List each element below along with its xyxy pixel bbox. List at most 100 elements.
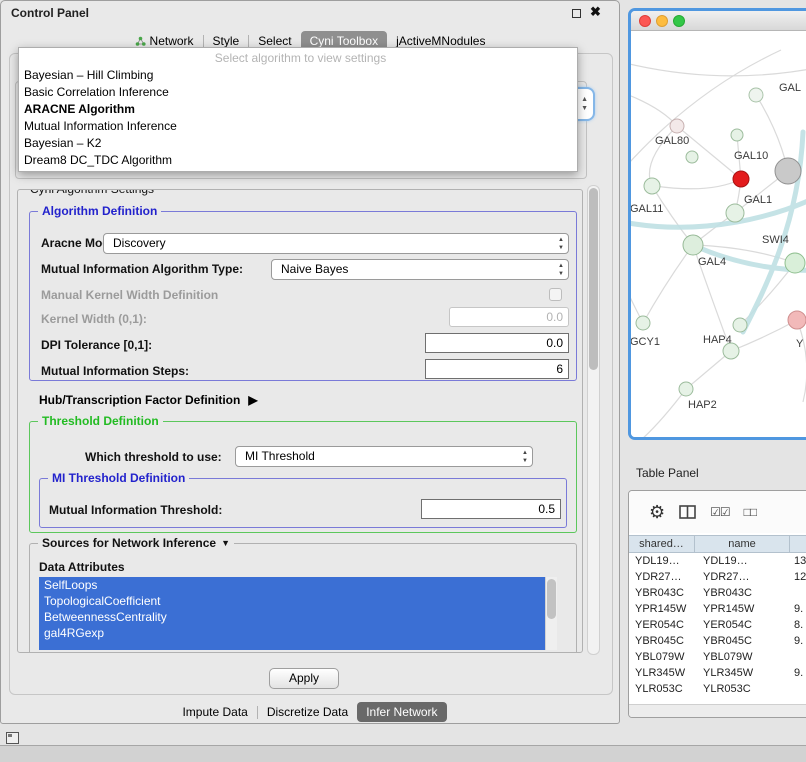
- which-threshold-value: MI Threshold: [245, 449, 315, 463]
- zoom-traffic-light-icon[interactable]: [673, 15, 685, 27]
- tab-impute-data[interactable]: Impute Data: [173, 702, 256, 722]
- node-label: GAL1: [744, 194, 772, 206]
- list-item[interactable]: SelfLoops: [39, 577, 557, 593]
- node-label: GAL11: [631, 203, 663, 215]
- data-attributes-label: Data Attributes: [39, 557, 125, 577]
- table-row[interactable]: YPR145WYPR145W9.: [629, 601, 806, 617]
- list-item-partial[interactable]: [39, 641, 557, 650]
- select-all-icon[interactable]: ☑☑: [710, 505, 730, 519]
- settings-scrollbar[interactable]: [587, 185, 600, 655]
- network-node: [679, 382, 693, 396]
- hub-definition-label: Hub/Transcription Factor Definition: [39, 393, 240, 407]
- manual-kernel-label: Manual Kernel Width Definition: [41, 285, 218, 305]
- dpi-tolerance-label: DPI Tolerance [0,1]:: [41, 335, 152, 355]
- dpi-tolerance-input[interactable]: [425, 333, 569, 353]
- network-node: [731, 129, 743, 141]
- node-label: HAP2: [688, 399, 717, 411]
- chevron-right-icon: ▶: [248, 393, 257, 407]
- table-panel-window: ⚙ ☑☑ □□ shared… name YDL19…YDL19…13 YDR2…: [628, 490, 806, 718]
- table-row[interactable]: YBL079WYBL079W: [629, 649, 806, 665]
- columns-icon[interactable]: [679, 505, 696, 519]
- table-row[interactable]: YBR043CYBR043C: [629, 585, 806, 601]
- sources-toggle[interactable]: Sources for Network Inference ▼: [38, 536, 234, 550]
- dropdown-item[interactable]: Bayesian – Hill Climbing: [19, 67, 577, 84]
- stepper-arrows-icon: ▲▼: [558, 236, 564, 252]
- network-node: [749, 88, 763, 102]
- minimize-traffic-light-icon[interactable]: [656, 15, 668, 27]
- float-window-icon[interactable]: [572, 9, 581, 18]
- list-item[interactable]: BetweennessCentrality: [39, 609, 557, 625]
- dropdown-item[interactable]: Basic Correlation Inference: [19, 84, 577, 101]
- data-attributes-list: SelfLoops TopologicalCoefficient Between…: [39, 577, 557, 650]
- network-node-gray: [775, 158, 801, 184]
- mi-type-combo[interactable]: Naive Bayes ▲▼: [271, 259, 569, 280]
- mi-threshold-label: Mutual Information Threshold:: [49, 500, 222, 520]
- node-label: GAL80: [655, 135, 689, 147]
- desktop: Control Panel ✖ Network Style Select Cyn…: [0, 0, 806, 762]
- bottom-tabbar: Impute Data Discretize Data Infer Networ…: [1, 700, 619, 724]
- mi-threshold-definition-title: MI Threshold Definition: [48, 471, 189, 485]
- cyni-algorithm-settings-title: Cyni Algorithm Settings: [26, 189, 158, 196]
- which-threshold-label: Which threshold to use:: [85, 447, 222, 467]
- list-scrollbar-thumb[interactable]: [547, 579, 556, 619]
- settings-scrollbar-thumb[interactable]: [589, 188, 598, 370]
- close-traffic-light-icon[interactable]: [639, 15, 651, 27]
- hub-definition-toggle[interactable]: Hub/Transcription Factor Definition ▶: [39, 391, 258, 409]
- table-body: YDL19…YDL19…13 YDR27…YDR27…12 YBR043CYBR…: [629, 553, 806, 705]
- stepper-arrows-icon: ▲▼: [522, 449, 528, 465]
- network-node-red: [733, 171, 749, 187]
- apply-button[interactable]: Apply: [269, 668, 339, 689]
- network-canvas[interactable]: GAL GAL80 GAL10 GAL11 GAL1 SWI4 GAL4 GCY…: [631, 32, 806, 440]
- node-label: Y: [796, 338, 804, 350]
- mi-threshold-input[interactable]: [421, 499, 561, 519]
- manual-kernel-checkbox[interactable]: [549, 288, 562, 301]
- network-node: [644, 178, 660, 194]
- mi-steps-input[interactable]: [425, 359, 569, 379]
- kernel-width-input[interactable]: [449, 307, 569, 327]
- table-row[interactable]: YLR345WYLR345W9.: [629, 665, 806, 681]
- list-scrollbar[interactable]: [545, 577, 557, 650]
- table-toolbar: ⚙ ☑☑ □□: [629, 491, 806, 533]
- dropdown-item-selected[interactable]: ARACNE Algorithm: [19, 101, 577, 118]
- tab-infer-network[interactable]: Infer Network: [357, 702, 446, 722]
- chevron-down-icon: ▼: [221, 538, 230, 548]
- algorithm-dropdown-list: Select algorithm to view settings Bayesi…: [18, 47, 578, 172]
- algorithm-definition-title: Algorithm Definition: [38, 204, 161, 218]
- table-horizontal-scrollbar[interactable]: [629, 704, 806, 717]
- network-node: [726, 204, 744, 222]
- network-node-pink: [788, 311, 806, 329]
- tab-discretize-data[interactable]: Discretize Data: [258, 702, 357, 722]
- gear-icon[interactable]: ⚙: [649, 502, 665, 523]
- mi-steps-label: Mutual Information Steps:: [41, 361, 189, 381]
- network-node: [670, 119, 684, 133]
- dropdown-item[interactable]: Dream8 DC_TDC Algorithm: [19, 152, 577, 169]
- list-item[interactable]: gal4RGexp: [39, 625, 557, 641]
- network-node: [785, 253, 805, 273]
- mi-type-label: Mutual Information Algorithm Type:: [41, 259, 243, 279]
- table-row[interactable]: YBR045CYBR045C9.: [629, 633, 806, 649]
- mi-type-value: Naive Bayes: [281, 262, 348, 276]
- dropdown-placeholder: Select algorithm to view settings: [19, 50, 577, 67]
- network-window-titlebar[interactable]: [631, 11, 806, 31]
- table-row[interactable]: YDR27…YDR27…12: [629, 569, 806, 585]
- table-row[interactable]: YLR053CYLR053C: [629, 681, 806, 697]
- list-item[interactable]: TopologicalCoefficient: [39, 593, 557, 609]
- dropdown-item[interactable]: Mutual Information Inference: [19, 118, 577, 135]
- panel-toggle-icon[interactable]: [6, 732, 19, 744]
- column-header[interactable]: shared…: [629, 536, 695, 552]
- column-header[interactable]: name: [695, 536, 790, 552]
- sources-title: Sources for Network Inference: [42, 536, 216, 550]
- network-node: [683, 235, 703, 255]
- network-icon: [135, 36, 146, 47]
- deselect-all-icon[interactable]: □□: [744, 505, 757, 519]
- kernel-width-label: Kernel Width (0,1):: [41, 309, 147, 329]
- column-header[interactable]: [790, 536, 806, 552]
- table-row[interactable]: YER054CYER054C8.: [629, 617, 806, 633]
- close-icon[interactable]: ✖: [590, 4, 601, 20]
- dropdown-item[interactable]: Bayesian – K2: [19, 135, 577, 152]
- which-threshold-combo[interactable]: MI Threshold ▲▼: [235, 446, 533, 467]
- table-row[interactable]: YDL19…YDL19…13: [629, 553, 806, 569]
- network-node: [636, 316, 650, 330]
- node-label: HAP4: [703, 334, 732, 346]
- aracne-mode-combo[interactable]: Discovery ▲▼: [103, 233, 569, 254]
